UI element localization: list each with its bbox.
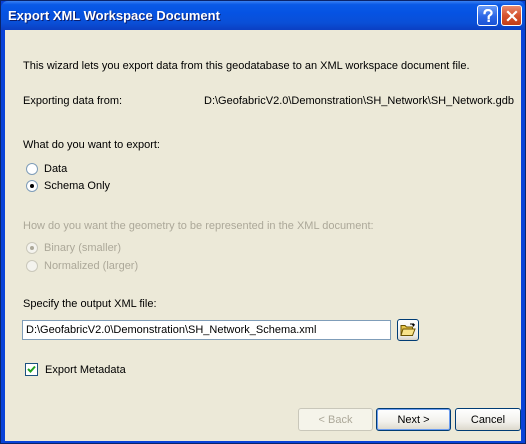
radio-normalized[interactable]: Normalized (larger) bbox=[26, 259, 138, 272]
back-button[interactable]: < Back bbox=[298, 408, 373, 431]
export-metadata-label: Export Metadata bbox=[45, 363, 126, 376]
radio-binary[interactable]: Binary (smaller) bbox=[26, 241, 121, 254]
export-metadata-checkbox[interactable]: Export Metadata bbox=[25, 363, 126, 376]
radio-binary-label: Binary (smaller) bbox=[44, 241, 122, 254]
radio-circle[interactable] bbox=[26, 259, 38, 272]
radio-normalized-label: Normalized (larger) bbox=[44, 259, 139, 272]
radio-data[interactable]: Data bbox=[26, 162, 67, 175]
help-button[interactable] bbox=[477, 5, 498, 26]
open-folder-icon bbox=[400, 323, 416, 336]
radio-circle-selected[interactable] bbox=[26, 241, 38, 254]
next-button[interactable]: Next > bbox=[376, 408, 451, 431]
radio-circle[interactable] bbox=[26, 162, 38, 175]
dialog-body: This wizard lets you export data from th… bbox=[5, 30, 521, 441]
title-bar[interactable]: Export XML Workspace Document bbox=[1, 1, 525, 30]
output-file-input[interactable]: D:\GeofabricV2.0\Demonstration\SH_Networ… bbox=[22, 320, 391, 340]
browse-button[interactable] bbox=[397, 319, 419, 341]
question-mark-icon bbox=[482, 8, 493, 22]
intro-text: This wizard lets you export data from th… bbox=[23, 60, 470, 72]
output-label: Specify the output XML file: bbox=[23, 298, 157, 310]
radio-data-label: Data bbox=[44, 162, 68, 175]
source-path: D:\GeofabricV2.0\Demonstration\SH_Networ… bbox=[204, 95, 514, 107]
window-title: Export XML Workspace Document bbox=[8, 8, 220, 23]
cancel-button[interactable]: Cancel bbox=[455, 408, 521, 431]
checkmark-icon bbox=[27, 365, 36, 373]
geometry-question: How do you want the geometry to be repre… bbox=[23, 220, 374, 232]
export-question: What do you want to export: bbox=[23, 139, 160, 151]
dialog-window: Export XML Workspace Document This wizar… bbox=[0, 0, 526, 444]
radio-schema-only[interactable]: Schema Only bbox=[26, 179, 110, 192]
close-button[interactable] bbox=[501, 5, 522, 26]
checkbox-box[interactable] bbox=[25, 363, 38, 376]
source-label: Exporting data from: bbox=[23, 95, 123, 107]
radio-schema-only-label: Schema Only bbox=[44, 179, 111, 192]
close-icon bbox=[505, 9, 518, 22]
radio-circle-selected[interactable] bbox=[26, 179, 38, 192]
